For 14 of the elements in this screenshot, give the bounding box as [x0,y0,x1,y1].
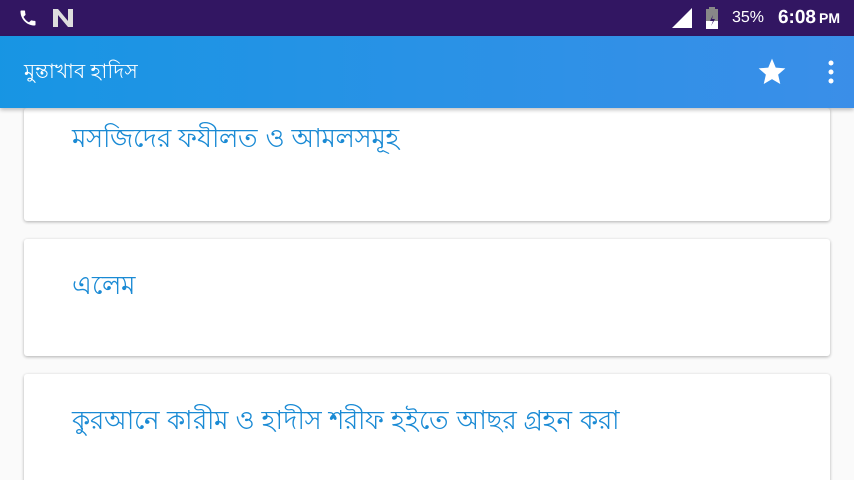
app-title: মুন্তাখাব হাদিস [24,58,139,85]
signal-icon [672,8,692,28]
more-options-icon[interactable] [828,60,834,84]
clock: 6:08 PM [778,7,840,29]
list-card[interactable]: এলেম [24,239,830,356]
n-logo-icon [52,8,74,28]
list-card[interactable]: কুরআনে কারীম ও হাদীস শরীফ হইতে আছর গ্রহন করা [24,374,830,480]
list-card[interactable]: মসজিদের ফযীলত ও আমলসমূহ [24,108,830,221]
battery-icon [706,7,718,29]
phone-icon [18,8,38,28]
chapter-title: এলেম [72,269,135,302]
chapter-title: মসজিদের ফযীলত ও আমলসমূহ [72,122,400,156]
battery-percentage: 35% [732,9,764,27]
chapter-title: কুরআনে কারীম ও হাদীস শরীফ হইতে আছর গ্রহন করা [72,404,620,438]
